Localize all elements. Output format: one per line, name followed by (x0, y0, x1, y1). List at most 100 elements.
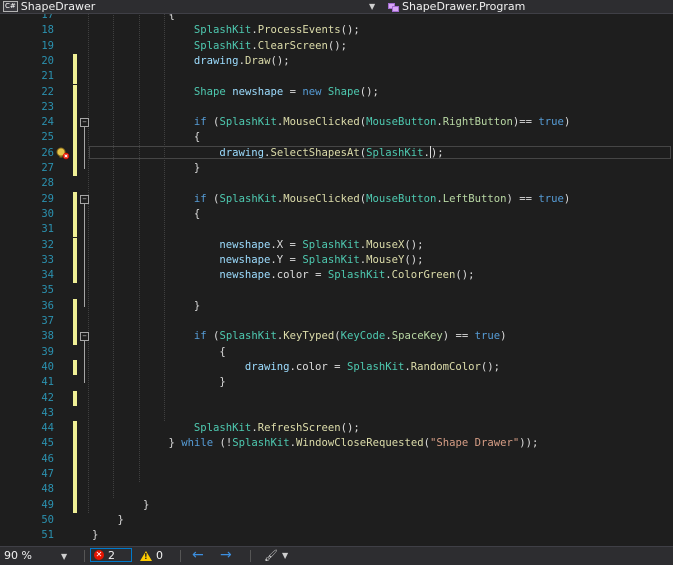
code-token: (); (455, 269, 475, 282)
code-line[interactable]: 51} (0, 528, 673, 543)
code-line[interactable]: 49} (0, 497, 673, 513)
line-number: 27 (41, 162, 54, 174)
code-token: newshape (219, 238, 271, 251)
code-token: if (193, 116, 207, 129)
code-line[interactable]: 32 newshape.X = SplashKit.MouseX(); (0, 237, 673, 253)
code-line[interactable]: 26 drawing.SelectShapesAt(SplashKit.); (0, 145, 673, 161)
code-line[interactable]: 28 (0, 176, 673, 191)
code-line[interactable]: 37 (0, 314, 673, 330)
code-token: Draw (244, 54, 271, 67)
code-line[interactable]: 27} (0, 161, 673, 177)
code-text: SplashKit.ClearScreen(); (194, 39, 347, 54)
code-line[interactable]: 25 { (0, 130, 673, 146)
warnings-indicator[interactable]: ! 0 (140, 549, 163, 562)
line-number: 47 (41, 468, 54, 480)
code-token: )); (519, 437, 539, 450)
code-line[interactable]: 30 { (0, 206, 673, 223)
code-token: SplashKit (193, 24, 252, 37)
code-line[interactable]: 48 (0, 482, 673, 498)
code-token: SplashKit (219, 192, 277, 205)
code-line[interactable]: 47 (0, 467, 673, 483)
code-text: { (168, 14, 174, 23)
code-line[interactable]: 45} while (!SplashKit.WindowCloseRequest… (0, 436, 673, 452)
code-text: } (143, 498, 149, 513)
code-token: SplashKit (193, 422, 252, 435)
collapse-region-icon[interactable]: − (80, 118, 89, 128)
errors-indicator[interactable]: ✕ 2 (90, 548, 132, 562)
status-bar: 90 % ▼ ✕ 2 ! 0 ← → 🖌 ▼ (0, 546, 673, 565)
code-line[interactable]: 40 drawing.color = SplashKit.RandomColor(… (0, 359, 673, 376)
lightbulb-error-icon[interactable] (56, 147, 70, 160)
collapse-region-icon[interactable]: − (80, 332, 89, 342)
line-number: 44 (41, 422, 54, 435)
line-number: 41 (41, 376, 54, 389)
line-number: 33 (41, 253, 54, 266)
unsaved-change-marker (73, 451, 77, 467)
collapse-region-icon[interactable]: − (80, 194, 89, 204)
code-token: (); (404, 238, 424, 251)
code-line[interactable]: 41} (0, 375, 673, 390)
code-token: { (193, 131, 201, 144)
code-line[interactable]: 34 newshape.color = SplashKit.ColorGreen(… (0, 268, 673, 284)
line-number: 38 (41, 330, 54, 343)
navigate-forward-icon[interactable]: → (220, 547, 232, 563)
zoom-level-dropdown[interactable]: 90 % ▼ (4, 549, 67, 562)
code-line[interactable]: 24− if (SplashKit.MouseClicked(MouseButto… (0, 115, 673, 131)
unsaved-change-marker (73, 222, 77, 238)
code-token: true (538, 192, 564, 205)
code-line[interactable]: 20 drawing.Draw(); (0, 53, 673, 70)
code-line[interactable]: 21 (0, 69, 673, 85)
code-token: } (219, 376, 226, 389)
code-cleanup-brush-icon[interactable]: 🖌 (264, 549, 278, 562)
code-token: ); (430, 146, 444, 159)
project-name: ShapeDrawer (20, 0, 96, 13)
unsaved-change-marker (73, 421, 77, 437)
error-count: 2 (108, 548, 115, 562)
code-line[interactable]: 19 SplashKit.ClearScreen(); (0, 39, 673, 54)
code-text: } (194, 299, 200, 314)
code-token: SplashKit (219, 116, 277, 129)
code-token: } (193, 162, 201, 174)
line-number: 34 (41, 269, 54, 282)
code-token: ) == (442, 330, 475, 343)
project-dropdown[interactable]: C# ShapeDrawer ▼ (0, 0, 380, 13)
code-token: drawing (193, 54, 239, 67)
code-token: MouseClicked (283, 116, 360, 129)
line-number: 45 (41, 437, 54, 450)
scope-dropdown[interactable]: ShapeDrawer.Program (384, 0, 673, 13)
code-line[interactable]: 35 (0, 283, 673, 298)
code-token: ) (500, 330, 507, 343)
code-line[interactable]: 39 { (0, 345, 673, 360)
code-line[interactable]: 31 (0, 222, 673, 238)
code-line[interactable]: 22 Shape newshape = new Shape(); (0, 84, 673, 100)
code-token: SplashKit (219, 330, 277, 343)
code-text: drawing.color = SplashKit.RandomColor(); (245, 360, 500, 375)
code-line[interactable]: 38− if (SplashKit.KeyTyped(KeyCode.SpaceK… (0, 329, 673, 345)
code-token: true (474, 330, 501, 343)
code-token: KeyTyped (283, 330, 335, 343)
code-line[interactable]: 29− if (SplashKit.MouseClicked(MouseButto… (0, 191, 673, 207)
code-line[interactable]: 44 SplashKit.RefreshScreen(); (0, 421, 673, 437)
unsaved-change-marker (73, 359, 77, 376)
code-line[interactable]: 33 newshape.Y = SplashKit.MouseY(); (0, 252, 673, 269)
code-line[interactable]: 46 (0, 451, 673, 467)
code-token: { (168, 14, 175, 21)
code-token: ColorGreen (391, 269, 456, 282)
code-token: = (283, 85, 303, 98)
code-token: (); (359, 85, 379, 98)
code-line[interactable]: 18 SplashKit.ProcessEvents(); (0, 23, 673, 38)
code-line[interactable]: 17 { (0, 14, 673, 23)
code-text: { (194, 130, 200, 145)
unsaved-change-marker (73, 436, 77, 452)
code-line[interactable]: 23 (0, 99, 673, 116)
code-line[interactable]: 36} (0, 298, 673, 314)
navigate-backward-icon[interactable]: ← (192, 547, 204, 563)
code-line[interactable]: 50} (0, 513, 673, 528)
unsaved-change-marker (73, 482, 77, 498)
code-line[interactable]: 42 (0, 390, 673, 406)
code-token: .color = (270, 269, 328, 282)
code-editor[interactable]: 17 {18 SplashKit.ProcessEvents(); 19 SplashK… (0, 14, 673, 546)
code-line[interactable]: 43 (0, 406, 673, 421)
code-token: LeftButton (442, 192, 507, 205)
line-number: 30 (41, 207, 54, 220)
